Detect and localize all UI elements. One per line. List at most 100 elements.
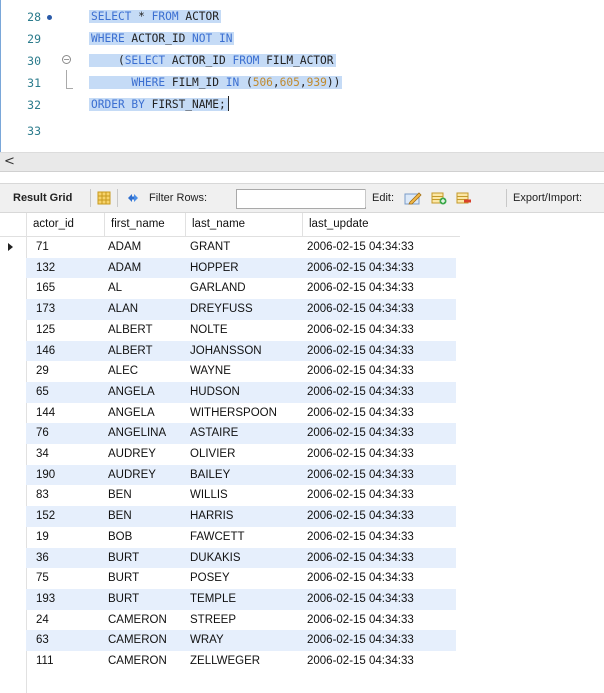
table-cell-last-name[interactable]: WITHERSPOON <box>190 403 277 424</box>
table-cell-actor-id[interactable]: 173 <box>36 299 55 320</box>
table-row[interactable]: 146 ALBERT JOHANSSON 2006-02-15 04:34:33 <box>0 340 460 362</box>
table-cell-actor-id[interactable]: 165 <box>36 278 55 299</box>
table-row[interactable]: 29 ALEC WAYNE 2006-02-15 04:34:33 <box>0 361 460 382</box>
sql-editor[interactable]: 28 SELECT * FROM ACTOR 29 WHERE ACTOR_ID… <box>0 0 604 152</box>
table-cell-last-update[interactable]: 2006-02-15 04:34:33 <box>307 320 414 341</box>
table-cell-actor-id[interactable]: 29 <box>36 361 49 382</box>
table-cell-last-name[interactable]: GARLAND <box>190 278 246 299</box>
table-row[interactable]: 152 BEN HARRIS 2006-02-15 04:34:33 <box>0 506 460 527</box>
table-cell-last-name[interactable]: GRANT <box>190 237 230 258</box>
fold-collapse-icon[interactable]: − <box>62 55 71 64</box>
table-cell-last-update[interactable]: 2006-02-15 04:34:33 <box>307 361 414 382</box>
edit-pencil-icon[interactable] <box>404 191 422 205</box>
table-cell-actor-id[interactable]: 76 <box>36 423 49 444</box>
table-cell-last-update[interactable]: 2006-02-15 04:34:33 <box>307 403 414 424</box>
code-line[interactable]: ORDER BY FIRST_NAME; <box>89 94 229 116</box>
table-cell-first-name[interactable]: ALBERT <box>108 341 153 362</box>
table-cell-first-name[interactable]: ANGELA <box>108 382 155 403</box>
table-cell-first-name[interactable]: BOB <box>108 527 132 548</box>
table-cell-last-name[interactable]: WILLIS <box>190 485 228 506</box>
table-cell-last-update[interactable]: 2006-02-15 04:34:33 <box>307 237 414 258</box>
table-cell-last-name[interactable]: WAYNE <box>190 361 231 382</box>
table-cell-last-name[interactable]: DUKAKIS <box>190 548 241 569</box>
table-cell-last-name[interactable]: OLIVIER <box>190 444 235 465</box>
table-cell-actor-id[interactable]: 83 <box>36 485 49 506</box>
table-cell-first-name[interactable]: BEN <box>108 506 132 527</box>
grid-layout-icon[interactable] <box>97 191 111 205</box>
table-row[interactable]: 111 CAMERON ZELLWEGER 2006-02-15 04:34:33 <box>0 651 460 672</box>
table-row[interactable]: 125 ALBERT NOLTE 2006-02-15 04:34:33 <box>0 320 460 341</box>
table-row[interactable]: 19 BOB FAWCETT 2006-02-15 04:34:33 <box>0 527 460 548</box>
table-cell-last-update[interactable]: 2006-02-15 04:34:33 <box>307 589 414 610</box>
table-cell-last-name[interactable]: WRAY <box>190 630 224 651</box>
table-cell-last-name[interactable]: JOHANSSON <box>190 341 262 362</box>
table-cell-actor-id[interactable]: 24 <box>36 610 49 631</box>
table-cell-last-update[interactable]: 2006-02-15 04:34:33 <box>307 465 414 486</box>
horizontal-scrollbar[interactable]: < <box>0 152 604 172</box>
column-header-actor-id[interactable]: actor_id <box>26 213 104 236</box>
table-cell-actor-id[interactable]: 34 <box>36 444 49 465</box>
code-line[interactable]: WHERE FILM_ID IN (506,605,939)) <box>89 72 343 94</box>
result-grid-tab[interactable]: Result Grid <box>13 184 72 212</box>
table-cell-last-update[interactable]: 2006-02-15 04:34:33 <box>307 341 414 362</box>
table-row[interactable]: 76 ANGELINA ASTAIRE 2006-02-15 04:34:33 <box>0 423 460 444</box>
table-cell-last-name[interactable]: ZELLWEGER <box>190 651 260 672</box>
table-cell-last-update[interactable]: 2006-02-15 04:34:33 <box>307 651 414 672</box>
table-cell-last-update[interactable]: 2006-02-15 04:34:33 <box>307 258 414 279</box>
table-row[interactable]: 193 BURT TEMPLE 2006-02-15 04:34:33 <box>0 588 460 610</box>
refresh-icon[interactable] <box>126 191 140 205</box>
table-cell-last-update[interactable]: 2006-02-15 04:34:33 <box>307 630 414 651</box>
table-row[interactable]: 36 BURT DUKAKIS 2006-02-15 04:34:33 <box>0 547 460 569</box>
table-cell-first-name[interactable]: AUDREY <box>108 465 156 486</box>
table-cell-actor-id[interactable]: 19 <box>36 527 49 548</box>
table-cell-actor-id[interactable]: 125 <box>36 320 55 341</box>
table-cell-actor-id[interactable]: 63 <box>36 630 49 651</box>
table-cell-first-name[interactable]: BURT <box>108 568 139 589</box>
table-cell-actor-id[interactable]: 75 <box>36 568 49 589</box>
table-cell-last-update[interactable]: 2006-02-15 04:34:33 <box>307 527 414 548</box>
column-header-last-update[interactable]: last_update <box>302 213 456 236</box>
table-cell-last-name[interactable]: FAWCETT <box>190 527 245 548</box>
filter-rows-input[interactable] <box>236 189 366 209</box>
table-cell-first-name[interactable]: ADAM <box>108 258 141 279</box>
table-cell-last-update[interactable]: 2006-02-15 04:34:33 <box>307 610 414 631</box>
table-cell-first-name[interactable]: CAMERON <box>108 610 167 631</box>
table-cell-last-name[interactable]: NOLTE <box>190 320 228 341</box>
table-cell-first-name[interactable]: ADAM <box>108 237 141 258</box>
table-cell-first-name[interactable]: ANGELA <box>108 403 155 424</box>
table-row[interactable]: 75 BURT POSEY 2006-02-15 04:34:33 <box>0 568 460 589</box>
table-cell-last-update[interactable]: 2006-02-15 04:34:33 <box>307 444 414 465</box>
column-header-first-name[interactable]: first_name <box>104 213 185 236</box>
table-cell-first-name[interactable]: ANGELINA <box>108 423 166 444</box>
table-row[interactable]: 24 CAMERON STREEP 2006-02-15 04:34:33 <box>0 610 460 631</box>
table-cell-last-update[interactable]: 2006-02-15 04:34:33 <box>307 423 414 444</box>
table-cell-last-update[interactable]: 2006-02-15 04:34:33 <box>307 485 414 506</box>
delete-row-icon[interactable] <box>456 191 472 205</box>
table-row[interactable]: 190 AUDREY BAILEY 2006-02-15 04:34:33 <box>0 464 460 486</box>
table-row[interactable]: 173 ALAN DREYFUSS 2006-02-15 04:34:33 <box>0 299 460 320</box>
table-cell-actor-id[interactable]: 71 <box>36 237 49 258</box>
code-line[interactable]: SELECT * FROM ACTOR <box>89 6 222 28</box>
table-cell-first-name[interactable]: BEN <box>108 485 132 506</box>
table-cell-first-name[interactable]: CAMERON <box>108 630 167 651</box>
table-row[interactable]: 165 AL GARLAND 2006-02-15 04:34:33 <box>0 278 460 299</box>
table-cell-actor-id[interactable]: 146 <box>36 341 55 362</box>
column-header-last-name[interactable]: last_name <box>185 213 302 236</box>
table-cell-actor-id[interactable]: 190 <box>36 465 55 486</box>
table-cell-last-update[interactable]: 2006-02-15 04:34:33 <box>307 548 414 569</box>
table-cell-last-name[interactable]: HUDSON <box>190 382 240 403</box>
table-cell-first-name[interactable]: BURT <box>108 548 139 569</box>
table-row[interactable]: 71 ADAM GRANT 2006-02-15 04:34:33 <box>0 237 460 258</box>
table-cell-actor-id[interactable]: 111 <box>36 651 53 672</box>
table-cell-first-name[interactable]: ALBERT <box>108 320 153 341</box>
table-row[interactable]: 132 ADAM HOPPER 2006-02-15 04:34:33 <box>0 257 460 279</box>
table-cell-last-update[interactable]: 2006-02-15 04:34:33 <box>307 568 414 589</box>
table-cell-last-name[interactable]: STREEP <box>190 610 236 631</box>
table-cell-last-name[interactable]: ASTAIRE <box>190 423 238 444</box>
table-cell-actor-id[interactable]: 152 <box>36 506 55 527</box>
table-cell-first-name[interactable]: CAMERON <box>108 651 167 672</box>
table-cell-last-name[interactable]: POSEY <box>190 568 230 589</box>
table-cell-actor-id[interactable]: 144 <box>36 403 55 424</box>
table-cell-first-name[interactable]: AUDREY <box>108 444 156 465</box>
table-row[interactable]: 65 ANGELA HUDSON 2006-02-15 04:34:33 <box>0 381 460 403</box>
